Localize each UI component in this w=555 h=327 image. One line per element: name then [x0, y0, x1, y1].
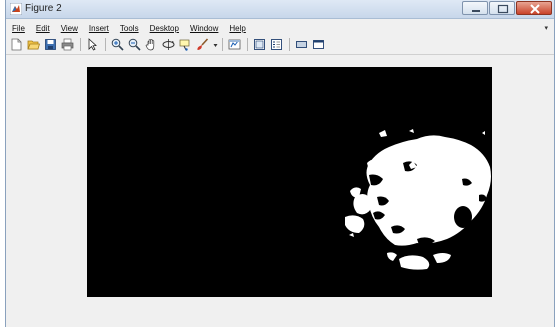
- insert-legend-icon[interactable]: [270, 38, 283, 51]
- figure-toolbar: [6, 35, 554, 55]
- menu-view[interactable]: View: [61, 24, 78, 33]
- pan-icon[interactable]: [145, 38, 158, 51]
- menu-desktop[interactable]: Desktop: [150, 24, 179, 33]
- menu-bar: File Edit View Insert Tools Desktop Wind…: [6, 21, 554, 35]
- binary-mask-image: [87, 67, 492, 297]
- matlab-logo-icon: [10, 3, 22, 15]
- window-title: Figure 2: [25, 3, 62, 14]
- brush-icon[interactable]: [196, 38, 209, 51]
- menu-help[interactable]: Help: [229, 24, 245, 33]
- print-icon[interactable]: [61, 38, 74, 51]
- close-icon: [530, 4, 540, 14]
- figure-canvas[interactable]: [6, 56, 554, 327]
- new-figure-icon[interactable]: [10, 38, 23, 51]
- dropdown-arrow-icon[interactable]: [213, 38, 218, 51]
- maximize-button[interactable]: [489, 1, 515, 15]
- toolbar-separator: [247, 38, 248, 51]
- image-axes[interactable]: [87, 67, 492, 297]
- show-plot-tools-icon[interactable]: [312, 38, 325, 51]
- toolbar-separator: [222, 38, 223, 51]
- edit-plot-icon[interactable]: [86, 38, 99, 51]
- link-plot-icon[interactable]: [228, 38, 241, 51]
- menu-edit[interactable]: Edit: [36, 24, 50, 33]
- minimize-icon: [472, 10, 480, 12]
- rotate-3d-icon[interactable]: [162, 38, 175, 51]
- toolbar-separator: [289, 38, 290, 51]
- open-file-icon[interactable]: [27, 38, 40, 51]
- menu-window[interactable]: Window: [190, 24, 218, 33]
- zoom-in-icon[interactable]: [111, 38, 124, 51]
- figure-window: Figure 2 File Edit View Insert Tools Des…: [5, 0, 555, 327]
- menu-tools[interactable]: Tools: [120, 24, 139, 33]
- insert-colorbar-icon[interactable]: [253, 38, 266, 51]
- close-button[interactable]: [516, 1, 552, 15]
- data-cursor-icon[interactable]: [179, 38, 192, 51]
- toolbar-separator: [105, 38, 106, 51]
- menu-insert[interactable]: Insert: [89, 24, 109, 33]
- minimize-button[interactable]: [462, 1, 488, 15]
- hide-plot-tools-icon[interactable]: [295, 38, 308, 51]
- toolbar-separator: [80, 38, 81, 51]
- menu-overflow-arrow[interactable]: ▾: [544, 24, 548, 32]
- title-bar[interactable]: Figure 2: [6, 0, 554, 19]
- window-controls: [462, 1, 552, 15]
- save-icon[interactable]: [44, 38, 57, 51]
- zoom-out-icon[interactable]: [128, 38, 141, 51]
- menu-file[interactable]: File: [12, 24, 25, 33]
- maximize-icon: [497, 4, 509, 14]
